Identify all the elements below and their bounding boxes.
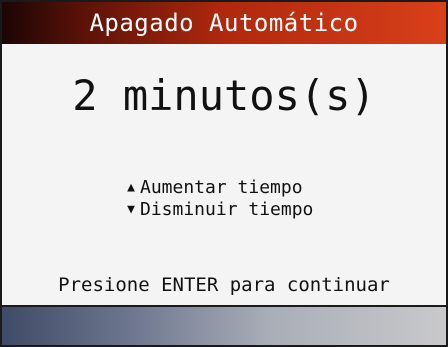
triangle-down-icon: ▼: [127, 202, 135, 217]
bottom-bar: [2, 305, 446, 345]
screen-title: Apagado Automático: [89, 9, 359, 37]
decrease-time-option[interactable]: ▼ Disminuir tiempo: [124, 200, 324, 220]
adjust-options: ▲ Aumentar tiempo ▼ Disminuir tiempo: [2, 176, 446, 220]
title-bar: Apagado Automático: [2, 2, 446, 44]
increase-time-option[interactable]: ▲ Aumentar tiempo: [124, 178, 324, 198]
device-screen: Apagado Automático 2 minutos(s) ▲ Aument…: [0, 0, 448, 347]
timeout-value: 2 minutos(s): [72, 71, 376, 120]
triangle-up-icon: ▲: [127, 180, 135, 195]
decrease-time-label: Disminuir tiempo: [140, 199, 314, 220]
increase-time-label: Aumentar tiempo: [140, 177, 303, 198]
enter-prompt: Presione ENTER para continuar: [58, 274, 390, 296]
